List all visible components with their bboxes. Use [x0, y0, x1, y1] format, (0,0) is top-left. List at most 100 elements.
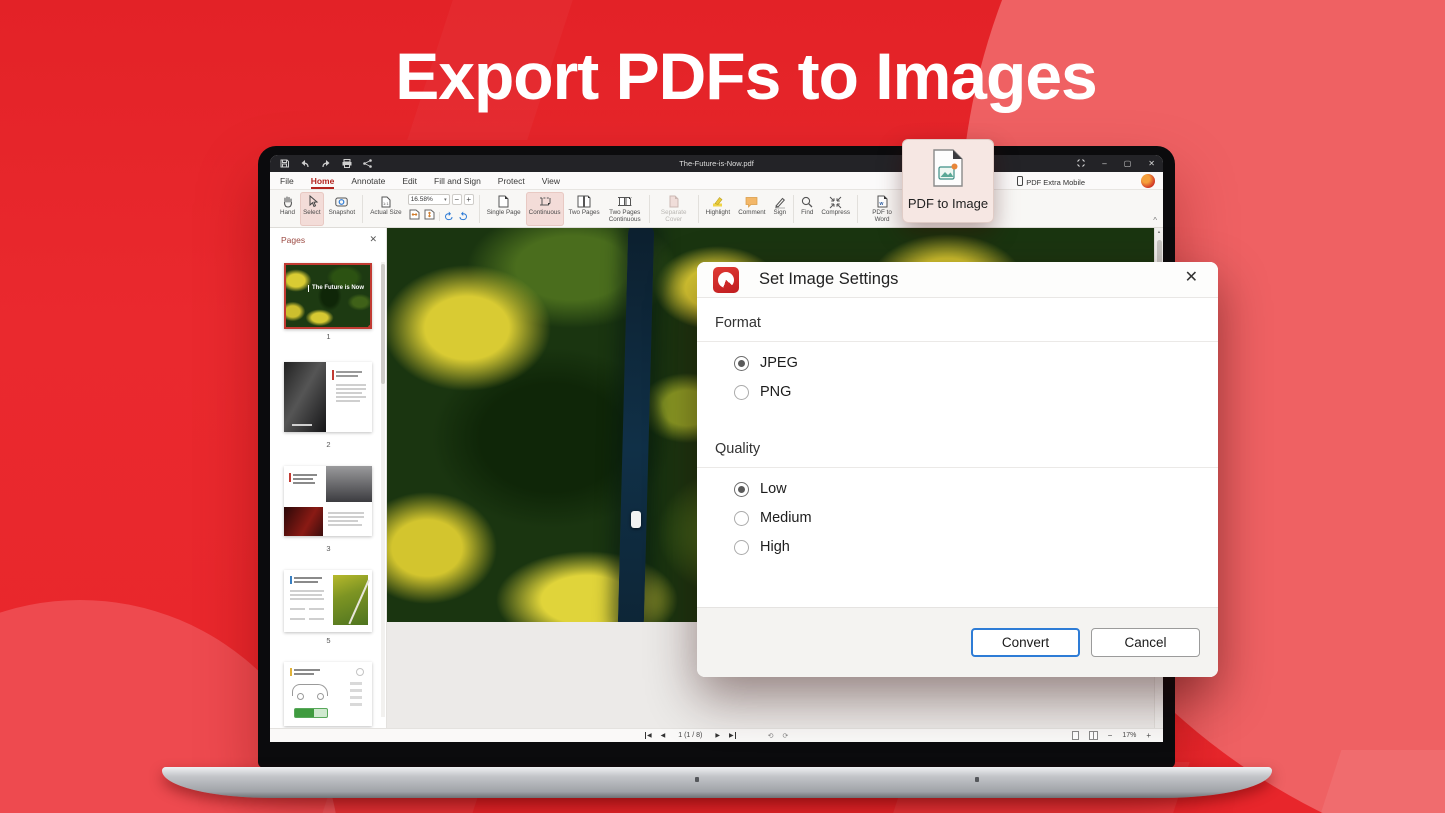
menu-annotate[interactable]: Annotate — [351, 176, 385, 186]
zoom-control-group: 16.58% ▾ − + — [408, 194, 474, 226]
maximize-button[interactable]: ▢ — [1124, 160, 1132, 168]
radio-jpeg[interactable] — [734, 356, 749, 371]
two-pages-continuous-button[interactable]: Two Pages Continuous — [605, 192, 645, 226]
zoom-value-dropdown[interactable]: 16.58% ▾ — [408, 194, 450, 205]
collapse-ribbon-chevron[interactable]: ^ — [1153, 216, 1157, 225]
page-indicator[interactable]: 1 (1 / 8) — [678, 732, 702, 739]
single-page-icon — [498, 194, 509, 209]
close-button[interactable]: ✕ — [1148, 160, 1155, 168]
dialog-header: Set Image Settings ✕ — [697, 262, 1218, 298]
menu-protect[interactable]: Protect — [498, 176, 525, 186]
quality-option-low[interactable]: Low — [734, 481, 1218, 497]
scroll-up-arrow[interactable]: ▲ — [1155, 229, 1163, 234]
quality-option-high[interactable]: High — [734, 539, 1218, 555]
page-thumbnail-1[interactable]: The Future is Now — [284, 263, 372, 329]
print-icon[interactable] — [342, 159, 352, 168]
svg-text:w: w — [878, 201, 883, 207]
format-option-jpeg[interactable]: JPEG — [734, 355, 1218, 371]
dialog-close-icon[interactable]: ✕ — [1185, 270, 1198, 286]
quality-section-label: Quality — [697, 424, 1218, 468]
highlight-button[interactable]: Highlight — [703, 192, 734, 226]
share-icon[interactable] — [363, 159, 372, 168]
radio-low[interactable] — [734, 482, 749, 497]
menu-fill-and-sign[interactable]: Fill and Sign — [434, 176, 481, 186]
menu-home[interactable]: Home — [311, 176, 335, 189]
user-avatar[interactable] — [1141, 174, 1155, 188]
pages-panel-title: Pages — [281, 235, 305, 245]
expand-icon[interactable] — [1077, 159, 1085, 169]
dialog-title: Set Image Settings — [759, 270, 898, 289]
separate-cover-button[interactable]: Separate Cover — [654, 192, 694, 226]
forest-road — [618, 228, 655, 622]
quality-option-medium[interactable]: Medium — [734, 510, 1218, 526]
select-tool-button[interactable]: Select — [300, 192, 324, 226]
pdf-to-word-button[interactable]: w PDF to Word — [862, 192, 902, 226]
phone-icon — [1017, 176, 1023, 188]
set-image-settings-dialog: Set Image Settings ✕ Format JPEG PNG Qua… — [697, 262, 1218, 677]
fit-page-icon[interactable] — [424, 207, 435, 225]
next-page-button[interactable]: ▶ — [715, 732, 720, 739]
compress-button[interactable]: Compress — [818, 192, 853, 226]
last-page-button[interactable]: ▶ — [729, 732, 736, 739]
statusbar: ◀ ◀ 1 (1 / 8) ▶ ▶ ⟲ ⟳ − 17% + — [270, 728, 1163, 742]
laptop-foot — [695, 777, 699, 782]
redo-icon[interactable] — [321, 160, 331, 168]
pdf-to-image-callout[interactable]: PDF to Image — [902, 139, 994, 223]
radio-medium[interactable] — [734, 511, 749, 526]
fit-width-icon[interactable] — [409, 207, 420, 225]
two-pages-button[interactable]: Two Pages — [566, 192, 603, 226]
close-pages-panel-icon[interactable]: ✕ — [369, 234, 377, 245]
rotate-page-left-icon[interactable]: ⟲ — [768, 732, 774, 740]
menu-file[interactable]: File — [280, 176, 294, 186]
previous-page-button[interactable]: ◀ — [661, 732, 666, 739]
zoom-in-button[interactable]: + — [464, 194, 474, 205]
page-thumbnail-6[interactable] — [284, 662, 372, 726]
single-page-button[interactable]: Single Page — [484, 192, 524, 226]
continuous-icon — [539, 194, 551, 209]
single-page-view-icon[interactable] — [1072, 731, 1079, 740]
laptop-base — [162, 767, 1272, 798]
svg-text:1:1: 1:1 — [383, 201, 389, 206]
cancel-button[interactable]: Cancel — [1091, 628, 1200, 657]
save-icon[interactable] — [280, 159, 289, 168]
page-thumbnail-2[interactable] — [284, 362, 372, 432]
snapshot-button[interactable]: Snapshot — [326, 192, 359, 226]
white-car — [631, 511, 641, 528]
radio-png[interactable] — [734, 385, 749, 400]
rotate-page-right-icon[interactable]: ⟳ — [783, 732, 789, 740]
status-zoom-level[interactable]: 17% — [1122, 732, 1136, 739]
page-thumbnail-3[interactable] — [284, 466, 372, 536]
pdf-extra-mobile-link[interactable]: PDF Extra Mobile — [1017, 176, 1085, 188]
pdf-extra-logo-icon — [713, 267, 739, 293]
pages-sidebar: Pages ✕ The Future is Now 1 — [270, 228, 387, 728]
radio-high[interactable] — [734, 540, 749, 555]
pdf-to-word-icon: w — [877, 194, 888, 209]
format-section-label: Format — [697, 298, 1218, 342]
page-number: 5 — [270, 636, 387, 645]
status-zoom-in-button[interactable]: + — [1146, 731, 1151, 740]
menu-edit[interactable]: Edit — [402, 176, 417, 186]
undo-icon[interactable] — [300, 160, 310, 168]
minimize-button[interactable]: – — [1102, 160, 1106, 168]
comment-bubble-icon — [745, 194, 758, 209]
sign-button[interactable]: Sign — [770, 192, 789, 226]
hero-title: Export PDFs to Images — [395, 38, 1097, 114]
rotate-left-icon[interactable] — [444, 207, 454, 225]
rotate-right-icon[interactable] — [458, 207, 468, 225]
continuous-view-button[interactable]: Continuous — [526, 192, 564, 226]
format-option-png[interactable]: PNG — [734, 384, 1218, 400]
page-thumbnail-5[interactable] — [284, 570, 372, 632]
menu-view[interactable]: View — [542, 176, 560, 186]
page-number: 2 — [270, 440, 387, 449]
hand-tool-button[interactable]: Hand — [277, 192, 298, 226]
status-zoom-out-button[interactable]: − — [1108, 731, 1113, 740]
convert-button[interactable]: Convert — [971, 628, 1080, 657]
facing-page-view-icon[interactable] — [1089, 731, 1098, 740]
find-button[interactable]: Find — [798, 192, 816, 226]
dialog-footer: Convert Cancel — [697, 607, 1218, 677]
comment-button[interactable]: Comment — [735, 192, 768, 226]
sidebar-scrollbar[interactable] — [381, 262, 385, 717]
first-page-button[interactable]: ◀ — [645, 732, 652, 739]
actual-size-button[interactable]: 1:1 Actual Size — [367, 192, 405, 226]
zoom-out-button[interactable]: − — [452, 194, 462, 205]
